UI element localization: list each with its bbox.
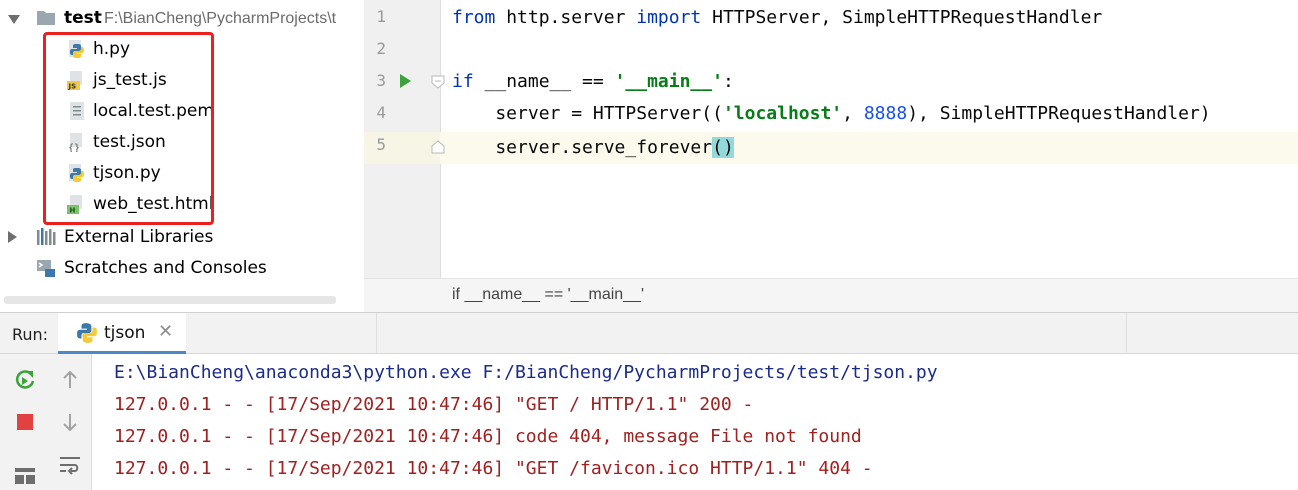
code-line-1: from http.server import HTTPServer, Simp… — [452, 2, 1102, 34]
brace-match: ( — [712, 137, 723, 158]
assignment: server = HTTPServer(( — [452, 103, 723, 124]
tree-root-name: test — [64, 8, 102, 28]
run-label: Run: — [12, 325, 49, 344]
console-line: 127.0.0.1 - - [17/Sep/2021 10:47:46] "GE… — [114, 394, 754, 415]
stop-icon[interactable] — [15, 412, 35, 432]
keyword: import — [636, 7, 702, 28]
fold-end-marker-icon[interactable] — [431, 140, 445, 154]
line-number: 2 — [376, 39, 386, 58]
run-gutter-icon[interactable] — [397, 73, 413, 89]
line-number: 1 — [376, 7, 386, 26]
fold-marker-icon[interactable] — [431, 75, 445, 89]
tree-item-label: Scratches and Consoles — [64, 258, 267, 278]
horizontal-scrollbar[interactable] — [4, 296, 336, 304]
soft-wrap-icon[interactable] — [58, 454, 82, 476]
divider — [1126, 313, 1127, 354]
run-tab-label: tjson — [104, 323, 146, 343]
project-tool-window: test F:\BianCheng\PycharmProjects\t h.py… — [0, 0, 364, 312]
breadcrumb[interactable]: if __name__ == '__main__' — [452, 286, 644, 304]
layout-icon[interactable] — [14, 466, 36, 486]
code-line-4: server = HTTPServer(('localhost', 8888),… — [452, 98, 1211, 130]
line-number: 3 — [376, 71, 386, 90]
code-line-5: server.serve_forever() — [452, 132, 734, 164]
run-tab-tjson[interactable]: tjson ✕ — [58, 313, 186, 354]
tree-item-scratches[interactable]: Scratches and Consoles — [0, 253, 364, 284]
arrow-down-icon[interactable] — [60, 412, 80, 432]
folder-icon — [37, 11, 55, 25]
console-line: 127.0.0.1 - - [17/Sep/2021 10:47:46] "GE… — [114, 458, 873, 479]
rerun-icon[interactable] — [14, 368, 36, 390]
console-output[interactable]: E:\BianCheng\anaconda3\python.exe F:/Bia… — [92, 354, 1298, 490]
tree-root-test[interactable]: test F:\BianCheng\PycharmProjects\t — [0, 3, 364, 34]
colon: : — [722, 71, 734, 92]
python-icon — [77, 323, 97, 343]
call-args: ), SimpleHTTPRequestHandler) — [907, 103, 1211, 124]
line-number: 4 — [376, 103, 386, 122]
console-line: E:\BianCheng\anaconda3\python.exe F:/Bia… — [114, 362, 938, 383]
expression: __name__ == — [473, 71, 615, 92]
module-name: http.server — [495, 7, 637, 28]
code-editor[interactable]: 1 2 3 4 5 from http.server import HTTPSe… — [364, 0, 1298, 313]
run-toolbar — [0, 354, 92, 490]
brace-match: ) — [722, 137, 734, 158]
run-tool-window-header: Run: tjson ✕ — [0, 312, 1298, 354]
arrow-up-icon[interactable] — [60, 370, 80, 390]
keyword: if — [452, 71, 474, 92]
imported-names: HTTPServer, SimpleHTTPRequestHandler — [701, 7, 1103, 28]
number-literal: 8888 — [863, 103, 908, 124]
line-number: 5 — [376, 135, 386, 154]
divider — [376, 313, 377, 354]
code-line-3: if __name__ == '__main__': — [452, 66, 734, 98]
chevron-right-icon[interactable] — [8, 231, 17, 243]
tree-item-external-libraries[interactable]: External Libraries — [0, 222, 364, 253]
console-line: 127.0.0.1 - - [17/Sep/2021 10:47:46] cod… — [114, 426, 862, 447]
separator: , — [842, 103, 864, 124]
keyword: from — [452, 7, 496, 28]
string-literal: 'localhost' — [722, 103, 843, 124]
highlight-box — [43, 32, 214, 225]
library-icon — [37, 228, 56, 245]
scratches-icon — [37, 260, 55, 277]
close-icon[interactable]: ✕ — [158, 321, 173, 342]
breadcrumb-bar: if __name__ == '__main__' — [364, 278, 1298, 313]
string-literal: '__main__' — [614, 71, 723, 92]
method-call: server.serve_forever — [452, 137, 713, 158]
chevron-down-icon[interactable] — [8, 15, 20, 24]
tree-root-path: F:\BianCheng\PycharmProjects\t — [104, 10, 337, 27]
tree-item-label: External Libraries — [64, 227, 214, 247]
